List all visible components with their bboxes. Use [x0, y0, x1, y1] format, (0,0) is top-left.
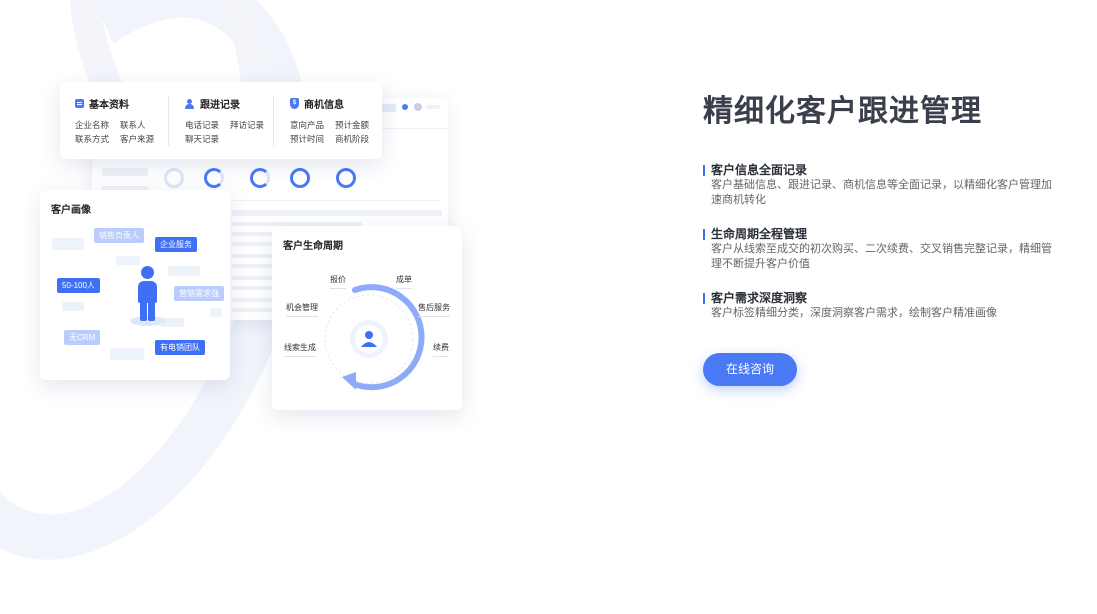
divider	[273, 96, 274, 146]
field-label: 商机阶段	[335, 134, 370, 144]
field-label: 联系方式	[75, 134, 110, 144]
feature-heading: 客户信息全面记录	[703, 162, 1056, 178]
document-icon	[75, 99, 84, 108]
field-label: 企业名称	[75, 120, 110, 130]
column-title: 商机信息	[304, 100, 344, 111]
tag-marketing-need: 营销需求强	[174, 286, 224, 301]
tag-no-crm: 无CRM	[64, 330, 101, 345]
feature-heading: 客户需求深度洞察	[703, 290, 1056, 306]
stage-lead: 线索生成	[284, 343, 316, 357]
feature-info-record: 客户信息全面记录 客户基础信息、跟进记录、商机信息等全面记录，以精细化客户管理加…	[703, 162, 1056, 208]
shield-icon: $	[290, 98, 299, 109]
page-title: 精细化客户跟进管理	[703, 95, 982, 128]
customer-lifecycle-card: 客户生命周期 报价 成单 机会管理 售后服务 线索生成 续费	[272, 226, 462, 410]
field-label: 预计时间	[290, 134, 325, 144]
person-icon	[128, 260, 168, 326]
column-title: 基本资料	[89, 100, 129, 111]
feature-description: 客户基础信息、跟进记录、商机信息等全面记录，以精细化客户管理加速商机转化	[711, 179, 1052, 206]
field-label: 客户来源	[120, 134, 155, 144]
lifecycle-diagram	[324, 284, 425, 391]
feature-description: 客户标签精细分类，深度洞察客户需求，绘制客户精准画像	[711, 307, 997, 319]
stage-quote: 报价	[330, 275, 346, 289]
field-label: 意向产品	[290, 120, 325, 130]
field-label: 拜访记录	[230, 120, 265, 130]
field-label: 联系人	[120, 120, 146, 130]
user-icon	[185, 98, 195, 109]
feature-lifecycle: 生命周期全程管理 客户从线索至成交的初次购买、二次续费、交叉销售完整记录，精细管…	[703, 226, 1056, 272]
field-label: 聊天记录	[185, 134, 220, 144]
stage-opportunity: 机会管理	[286, 303, 318, 317]
tag-enterprise-service: 企业服务	[155, 237, 197, 252]
feature-insight: 客户需求深度洞察 客户标签精细分类，深度洞察客户需求，绘制客户精准画像	[703, 290, 1056, 321]
tag-company-size: 50-100人	[57, 278, 100, 293]
tag-sales-owner: 销售负责人	[94, 228, 144, 243]
customer-portrait-card: 客户画像 销售负责人 企业服务 50-100人 营销需求强 无CRM 有电销团队	[40, 190, 230, 380]
tag-telesales-team: 有电销团队	[155, 340, 205, 355]
field-label: 预计金额	[335, 120, 370, 130]
column-title: 跟进记录	[200, 100, 240, 111]
card-title: 客户画像	[51, 205, 91, 216]
feature-description: 客户从线索至成交的初次购买、二次续费、交叉销售完整记录，精细管理不断提升客户价值	[711, 243, 1052, 270]
divider	[168, 96, 169, 146]
stage-deal: 成单	[396, 275, 412, 289]
online-consult-button[interactable]: 在线咨询	[703, 353, 797, 386]
feature-heading: 生命周期全程管理	[703, 226, 1056, 242]
customer-info-card: 基本资料 企业名称 联系人 联系方式 客户来源 跟进记录 电话记录 拜访记录 聊…	[60, 82, 382, 159]
stage-renewal: 续费	[433, 343, 449, 357]
field-label: 电话记录	[185, 120, 220, 130]
stage-after-sales: 售后服务	[418, 303, 450, 317]
